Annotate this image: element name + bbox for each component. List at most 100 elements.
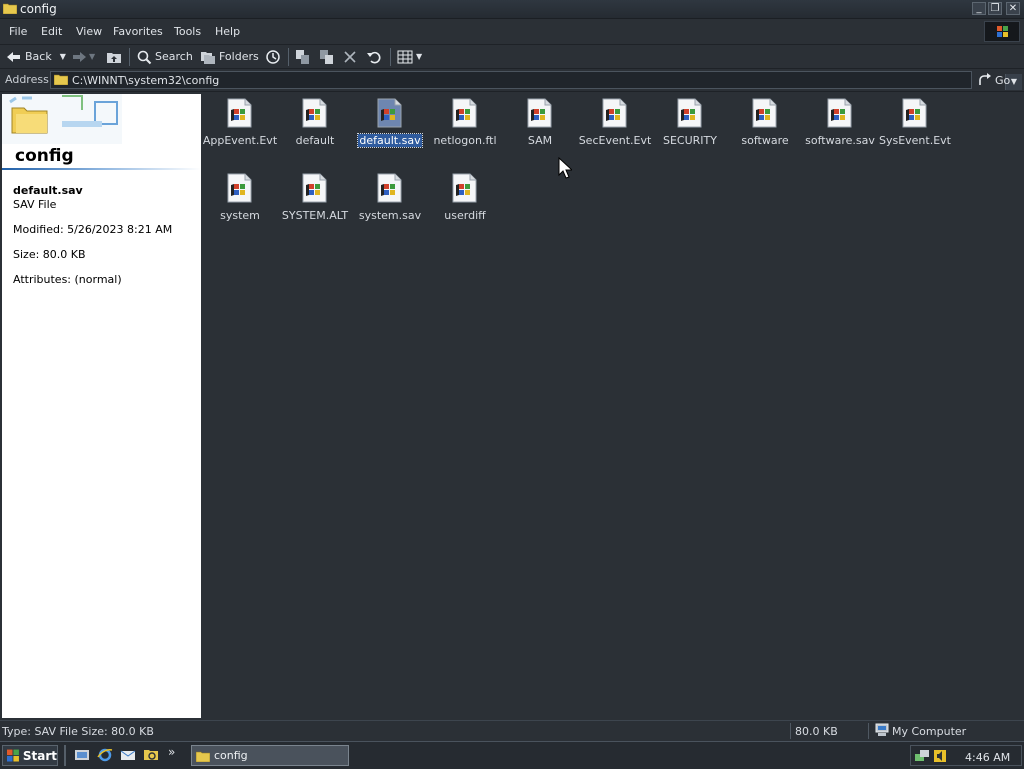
system-file-icon xyxy=(302,98,327,128)
back-label: Back xyxy=(25,50,52,63)
views-icon xyxy=(397,50,413,63)
copy-to-button[interactable] xyxy=(319,48,335,65)
selected-file-modified: Modified: 5/26/2023 8:21 AM xyxy=(13,223,173,236)
file-item[interactable]: SYSTEM.ALT xyxy=(278,171,352,241)
menu-help[interactable]: Help xyxy=(215,25,240,38)
taskbar-window-label: config xyxy=(214,749,248,762)
views-dropdown-icon: ▼ xyxy=(416,52,423,61)
file-name-label: default.sav xyxy=(357,133,423,148)
toolbar-separator xyxy=(390,48,391,66)
delete-button[interactable] xyxy=(343,48,357,65)
go-arrow-icon xyxy=(979,73,991,85)
search-button[interactable]: Search xyxy=(136,48,193,65)
file-item[interactable]: AppEvent.Evt xyxy=(203,96,277,166)
explorer-quicklaunch-icon[interactable] xyxy=(143,747,159,763)
file-item[interactable]: userdiff xyxy=(428,171,502,241)
undo-button[interactable] xyxy=(366,48,382,65)
status-type-size: Type: SAV File Size: 80.0 KB xyxy=(2,725,154,738)
menu-favorites[interactable]: Favorites xyxy=(113,25,163,38)
address-bar: Address C:\WINNT\system32\config ▼ Go xyxy=(0,69,1024,92)
system-file-icon xyxy=(377,98,402,128)
file-name-label: userdiff xyxy=(444,209,486,222)
go-button[interactable]: Go xyxy=(978,71,1010,89)
title-bar[interactable]: config _ ❐ ✕ xyxy=(0,0,1024,19)
pane-divider xyxy=(2,168,201,170)
copy-to-icon xyxy=(320,49,333,64)
status-zone: My Computer xyxy=(892,725,967,738)
folder-icon xyxy=(3,3,17,14)
forward-button[interactable]: ▼ xyxy=(71,48,95,65)
file-item[interactable]: SAM xyxy=(503,96,577,166)
back-dropdown-icon[interactable]: ▼ xyxy=(60,52,66,61)
menu-view[interactable]: View xyxy=(76,25,102,38)
internet-explorer-icon[interactable] xyxy=(97,747,113,763)
menu-bar: File Edit View Favorites Tools Help xyxy=(0,19,1024,45)
folders-label: Folders xyxy=(219,50,259,63)
back-button[interactable]: Back ▼ xyxy=(6,48,66,65)
folder-title: config xyxy=(15,146,74,166)
file-item[interactable]: netlogon.ftl xyxy=(428,96,502,166)
address-value: C:\WINNT\system32\config xyxy=(72,74,220,87)
file-name-label: SysEvent.Evt xyxy=(878,134,951,147)
system-file-icon xyxy=(902,98,927,128)
system-file-icon xyxy=(302,173,327,203)
address-input[interactable]: C:\WINNT\system32\config ▼ xyxy=(50,71,1022,90)
taskbar-window-button[interactable]: config xyxy=(191,745,349,766)
menu-tools[interactable]: Tools xyxy=(174,25,201,38)
up-button[interactable] xyxy=(106,48,122,65)
system-file-icon xyxy=(452,173,477,203)
minimize-button[interactable]: _ xyxy=(972,2,986,15)
window-title: config xyxy=(20,2,57,16)
file-item[interactable]: SECURITY xyxy=(653,96,727,166)
network-icon[interactable] xyxy=(914,748,930,764)
folders-icon xyxy=(201,51,215,64)
move-to-button[interactable] xyxy=(295,48,311,65)
file-item[interactable]: system.sav xyxy=(353,171,427,241)
file-name-label: software xyxy=(741,134,789,147)
address-label: Address xyxy=(5,73,49,86)
file-item[interactable]: SysEvent.Evt xyxy=(878,96,952,166)
go-label: Go xyxy=(995,73,1011,87)
menu-edit[interactable]: Edit xyxy=(41,25,62,38)
toolbar-separator xyxy=(288,48,289,66)
system-file-icon xyxy=(377,173,402,203)
file-item[interactable]: SecEvent.Evt xyxy=(578,96,652,166)
views-button[interactable]: ▼ xyxy=(397,48,422,65)
file-item[interactable]: software.sav xyxy=(803,96,877,166)
folder-banner-icon xyxy=(2,94,122,144)
file-item[interactable]: system xyxy=(203,171,277,241)
file-item[interactable]: software xyxy=(728,96,802,166)
history-button[interactable] xyxy=(264,48,282,65)
restore-button[interactable]: ❐ xyxy=(988,2,1002,15)
system-file-icon xyxy=(227,173,252,203)
start-button[interactable]: Start xyxy=(2,745,58,766)
back-arrow-icon xyxy=(7,51,20,62)
file-name-label: SECURITY xyxy=(663,134,717,147)
toolbar: Back ▼ ▼ Search Folders ▼ xyxy=(0,45,1024,69)
system-file-icon xyxy=(827,98,852,128)
file-view[interactable]: AppEvent.Evt default default.sav netlogon.f… xyxy=(203,94,1021,718)
details-pane: config default.sav SAV File Modified: 5/… xyxy=(2,94,201,718)
selected-file-size: Size: 80.0 KB xyxy=(13,248,86,261)
file-item[interactable]: default xyxy=(278,96,352,166)
file-name-label: system.sav xyxy=(358,209,422,222)
system-file-icon xyxy=(452,98,477,128)
close-button[interactable]: ✕ xyxy=(1006,2,1020,15)
quicklaunch-more-icon[interactable]: » xyxy=(168,745,175,759)
folders-button[interactable]: Folders xyxy=(200,48,259,65)
file-item[interactable]: default.sav xyxy=(353,96,427,166)
file-name-label: default xyxy=(295,134,335,147)
file-name-label: SAM xyxy=(527,134,553,147)
windows-logo-icon xyxy=(984,21,1020,42)
show-desktop-icon[interactable] xyxy=(74,747,90,763)
outlook-express-icon[interactable] xyxy=(120,747,136,763)
taskbar: Start » config 4:46 AM xyxy=(0,741,1024,769)
up-folder-icon xyxy=(107,52,121,63)
file-name-label: SecEvent.Evt xyxy=(578,134,652,147)
volume-icon[interactable] xyxy=(932,748,948,764)
system-file-icon xyxy=(527,98,552,128)
menu-file[interactable]: File xyxy=(9,25,27,38)
selected-file-name: default.sav xyxy=(13,184,83,197)
undo-icon xyxy=(367,51,381,63)
search-icon xyxy=(137,50,152,64)
